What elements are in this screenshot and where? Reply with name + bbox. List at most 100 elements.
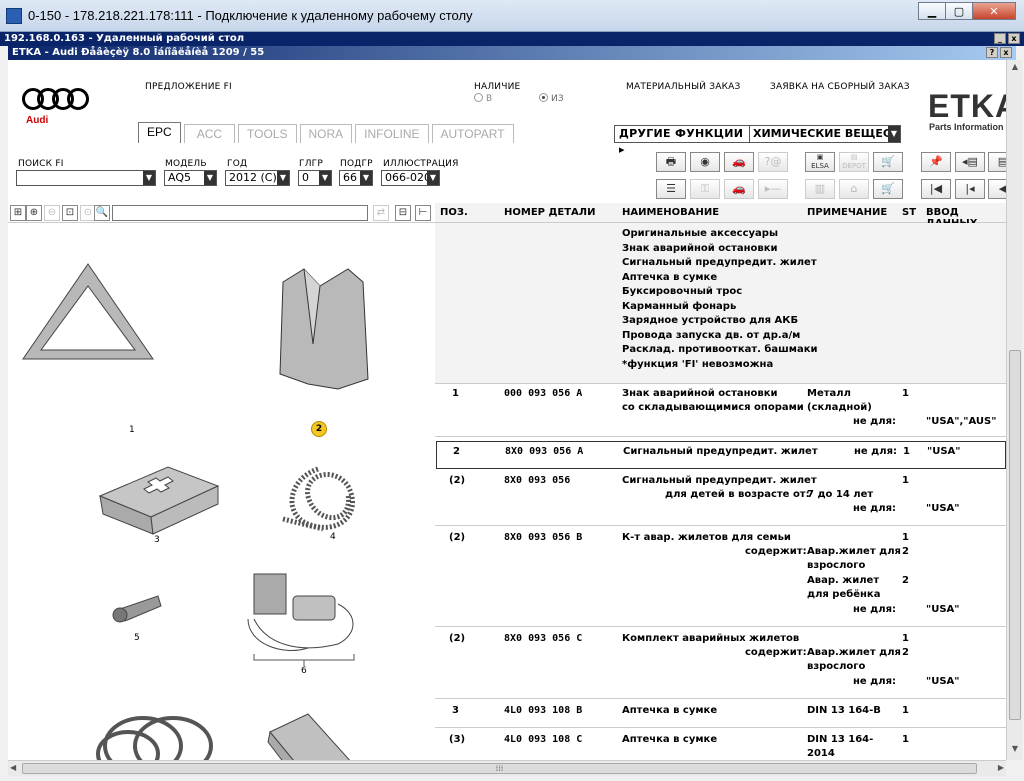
compare-button[interactable]: ▥ (805, 179, 835, 199)
app-title: ETKA - Audi Ðåâèçèÿ 8.0 Îáíîâëåíèå 1209 … (12, 47, 265, 58)
intro-line: Сигнальный предупредит. жилет (622, 257, 817, 268)
material-order-link[interactable]: МАТЕРИАЛЬНЫЙ ЗАКАЗ (626, 82, 741, 92)
col-note[interactable]: ПРИМЕЧАНИЕ (807, 207, 887, 218)
zoom-area-button[interactable]: ⊡ (62, 205, 78, 221)
part-label-3[interactable]: 3 (154, 535, 160, 545)
table-row-selected[interactable]: 2 8X0 093 056 A Сигнальный предупредит. … (436, 441, 1006, 469)
vertical-scroll-thumb[interactable] (1009, 350, 1021, 720)
part-label-4[interactable]: 4 (330, 532, 336, 542)
row-st: 2 (902, 546, 909, 557)
col-name[interactable]: НАИМЕНОВАНИЕ (622, 207, 719, 218)
radio-out-label: ИЗ (551, 94, 564, 104)
illustration-toolbar: ⊞ ⊕ ⊖ ⊡ ⊙ 🔍 ⇄ ⊟ ⊢ (8, 203, 435, 223)
pin-button[interactable]: 📌 (921, 152, 951, 172)
depot-button[interactable]: ▤ DEPOT (839, 152, 869, 172)
part-label-6[interactable]: 6 (301, 666, 307, 676)
zoom-in-icon: ⊕ (29, 207, 39, 218)
help-button[interactable]: ? (986, 47, 998, 58)
year-select[interactable]: 2012 (C) ▼ (225, 170, 290, 186)
tab-infoline[interactable]: INFOLINE (355, 124, 429, 143)
row-st: 2 (902, 647, 909, 658)
horizontal-scrollbar[interactable]: ◀ ⁞⁞⁞ ▶ (8, 760, 1006, 776)
illustration-select[interactable]: 066-020 ▼ (381, 170, 440, 186)
main-group-label: ГЛГР (299, 159, 323, 169)
list-button[interactable]: ▤ (988, 152, 1006, 172)
row-name: Комплект аварийных жилетов (622, 633, 800, 644)
scroll-left-icon[interactable]: ◀ (10, 763, 16, 772)
zoom-in-button[interactable]: ⊕ (26, 205, 42, 221)
scroll-right-icon[interactable]: ▶ (998, 763, 1004, 772)
tab-acc[interactable]: ACC (183, 124, 236, 143)
query-button[interactable]: ?@ (758, 152, 788, 172)
col-st[interactable]: ST (902, 207, 916, 218)
app-close-button[interactable]: x (1000, 47, 1012, 58)
col-pos[interactable]: ПОЗ. (440, 207, 468, 218)
print-button[interactable]: 🖶 (656, 152, 686, 172)
radio-out[interactable]: ИЗ (539, 93, 564, 104)
split-button[interactable]: ⊢ (415, 205, 431, 221)
row-pos: (2) (449, 532, 466, 543)
first-page-button[interactable]: |◀ (921, 179, 951, 199)
forward-button[interactable]: ▸— (758, 179, 788, 199)
scroll-down-icon[interactable]: ▼ (1009, 744, 1021, 756)
cart-add-button[interactable]: 🛒 (873, 152, 903, 172)
illustration-search-input[interactable] (112, 205, 368, 221)
key-button[interactable]: ⚿ (690, 179, 720, 199)
chemicals-select[interactable]: ХИМИЧЕСКИЕ ВЕЩЕСТВА ▼ (749, 125, 901, 143)
scroll-up-icon[interactable]: ▲ (1009, 62, 1021, 74)
inner-close-button[interactable]: x (1008, 33, 1020, 44)
row-note: Металл (807, 388, 851, 399)
part-label-5[interactable]: 5 (134, 633, 140, 643)
zoom-out-button[interactable]: ⊖ (44, 205, 60, 221)
model-select[interactable]: AQ5 ▼ (164, 170, 217, 186)
module-tabs: EPC ACC TOOLS NORA INFOLINE AUTOPART (138, 122, 517, 143)
sub-group-select[interactable]: 66 ▼ (339, 170, 373, 186)
elsa-button[interactable]: ▣ ELSA (805, 152, 835, 172)
layout-button[interactable]: ⊟ (395, 205, 411, 221)
radio-in[interactable]: В (474, 93, 492, 104)
row-name-cont: со складывающимися опорами (622, 402, 804, 413)
vertical-scrollbar[interactable]: ▲ ▼ (1006, 60, 1022, 760)
tab-tools[interactable]: TOOLS (238, 124, 297, 143)
fi-offer-link[interactable]: ПРЕДЛОЖЕНИЕ FI (145, 82, 232, 92)
model-value: AQ5 (168, 171, 191, 184)
sync-button[interactable]: ⇄ (373, 205, 389, 221)
minimize-button[interactable]: ▁ (918, 2, 946, 20)
tab-nora[interactable]: NORA (299, 124, 353, 143)
cd-button[interactable]: ◉ (690, 152, 720, 172)
table-header: ПОЗ. НОМЕР ДЕТАЛИ НАИМЕНОВАНИЕ ПРИМЕЧАНИ… (435, 203, 1006, 229)
part-label-1[interactable]: 1 (129, 425, 135, 435)
horizontal-scroll-thumb[interactable]: ⁞⁞⁞ (22, 763, 977, 774)
row-part-number: 4L0 093 108 C (504, 734, 583, 745)
chevron-down-icon: ▼ (888, 126, 900, 142)
intro-line: Провода запуска дв. от др.а/м (622, 330, 801, 341)
illustration-value: 066-020 (385, 171, 431, 184)
maximize-button[interactable]: ▢ (945, 2, 973, 20)
inner-minimize-button[interactable]: _ (994, 33, 1006, 44)
tab-autopart[interactable]: AUTOPART (431, 124, 514, 143)
col-part-number[interactable]: НОМЕР ДЕТАЛИ (504, 207, 595, 218)
prev-button[interactable]: ◀ (988, 179, 1006, 199)
chevron-down-icon: ▼ (319, 171, 331, 185)
vehicle-compare-button[interactable]: 🚗 (724, 179, 754, 199)
fit-window-button[interactable]: ⊞ (10, 205, 26, 221)
row-item-cont: взрослого (807, 661, 866, 672)
row-sub-label: содержит: (745, 647, 807, 658)
row-st: 1 (902, 633, 909, 644)
tab-epc[interactable]: EPC (138, 122, 181, 143)
back-list-button[interactable]: ◂▤ (955, 152, 985, 172)
close-button[interactable]: ✕ (972, 2, 1016, 20)
row-name: К-т авар. жилетов для семьи (622, 532, 791, 543)
main-group-select[interactable]: 0 ▼ (298, 170, 332, 186)
vehicle-button[interactable]: 🚗 (724, 152, 754, 172)
search-fi-input[interactable]: ▼ (16, 170, 156, 186)
dealer-button[interactable]: ⌂ (839, 179, 869, 199)
other-functions-button[interactable]: ДРУГИЕ ФУНКЦИИ ▸ (614, 125, 751, 156)
prev-page-button[interactable]: |◂ (955, 179, 985, 199)
assembly-order-link[interactable]: ЗАЯВКА НА СБОРНЫЙ ЗАКАЗ (770, 82, 910, 92)
cart-button[interactable]: 🛒 (873, 179, 903, 199)
zoom-out-icon: ⊖ (47, 207, 57, 218)
search-button[interactable]: 🔍 (94, 205, 110, 221)
parts-list-button[interactable]: ☰ (656, 179, 686, 199)
part-label-2-selected[interactable]: 2 (311, 421, 327, 437)
